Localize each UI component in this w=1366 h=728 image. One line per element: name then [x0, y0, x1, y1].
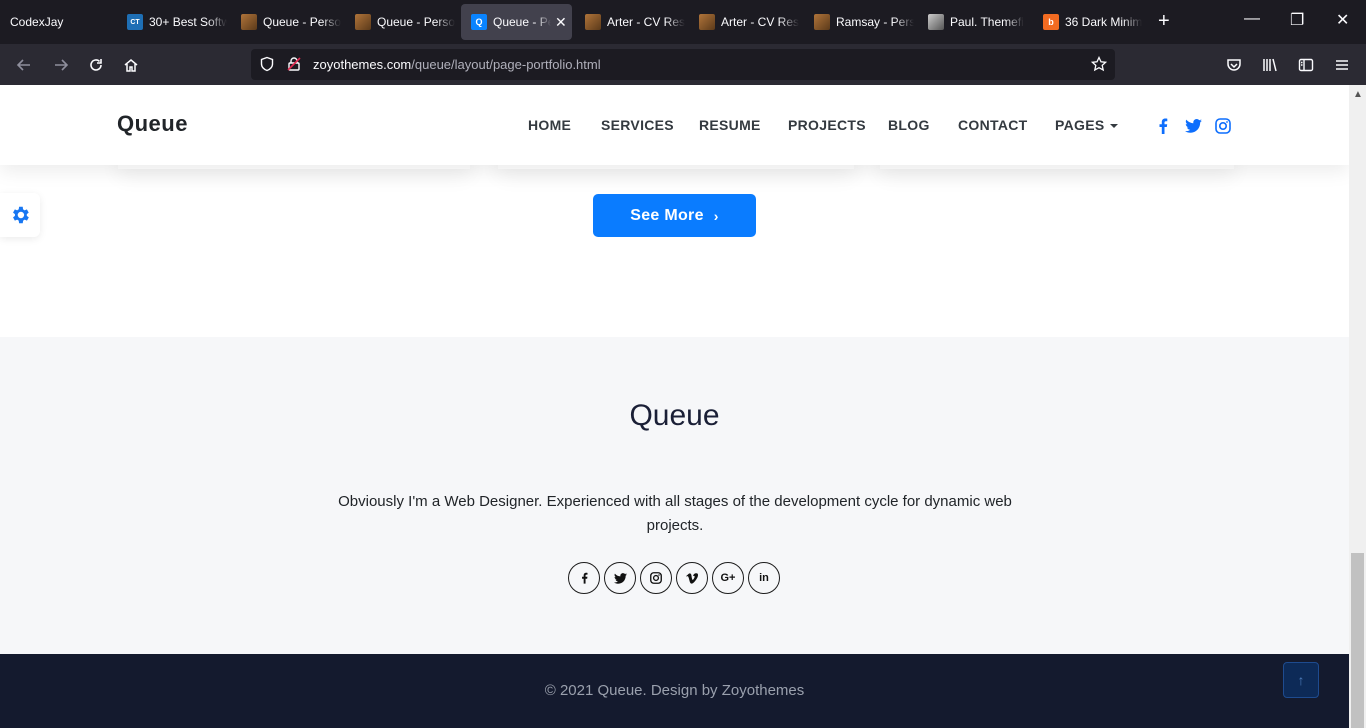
tab-title: Queue - Pe — [493, 15, 551, 29]
tab-favicon-icon — [814, 14, 830, 30]
profile-label: CodexJay — [10, 15, 64, 29]
insecure-lock-icon[interactable] — [286, 56, 302, 77]
scrollbar-thumb[interactable] — [1351, 553, 1364, 728]
vimeo-icon[interactable] — [676, 562, 708, 594]
theme-settings-button[interactable] — [0, 193, 40, 237]
tab-arter-cv-1[interactable]: Arter - CV Res — [575, 4, 687, 40]
url-text[interactable]: zoyothemes.com/queue/layout/page-portfol… — [313, 57, 601, 72]
tab-title: Arter - CV Res — [607, 15, 685, 29]
tab-favicon-icon: Q — [471, 14, 487, 30]
browser-nav-bar: zoyothemes.com/queue/layout/page-portfol… — [0, 44, 1366, 85]
tab-ramsay[interactable]: Ramsay - Pers — [804, 4, 916, 40]
nav-blog[interactable]: BLOG — [888, 117, 930, 133]
site-logo[interactable]: Queue — [117, 111, 188, 137]
tab-favicon-icon: CT — [127, 14, 143, 30]
footer-description: Obviously I'm a Web Designer. Experience… — [338, 493, 1012, 534]
close-tab-icon[interactable]: ✕ — [555, 14, 567, 31]
instagram-icon[interactable] — [640, 562, 672, 594]
tab-30-best-software[interactable]: CT 30+ Best Softw — [117, 4, 229, 40]
tab-title: Queue - Perso — [377, 15, 455, 29]
gear-icon — [13, 206, 29, 224]
tab-title: Paul. Themefi — [950, 15, 1024, 29]
close-window-icon[interactable]: ✕ — [1336, 10, 1349, 30]
nav-pages-label: PAGES — [1055, 117, 1105, 133]
tracking-shield-icon[interactable] — [259, 56, 275, 77]
twitter-icon[interactable] — [1184, 117, 1202, 135]
nav-projects[interactable]: PROJECTS — [788, 117, 866, 133]
forward-icon[interactable] — [50, 54, 72, 76]
url-host: zoyothemes.com — [313, 57, 412, 72]
tab-paul-themefisher[interactable]: Paul. Themefi — [918, 4, 1030, 40]
footer-social-links: G+ in — [568, 562, 780, 594]
see-more-button[interactable]: See More › — [593, 194, 756, 237]
caret-down-icon — [1110, 124, 1119, 129]
instagram-icon[interactable] — [1214, 117, 1232, 135]
nav-resume[interactable]: RESUME — [699, 117, 761, 133]
tab-title: 30+ Best Softw — [149, 15, 227, 29]
bookmark-star-icon[interactable] — [1090, 55, 1108, 77]
tab-favicon-icon — [585, 14, 601, 30]
new-tab-icon[interactable]: + — [1158, 11, 1170, 31]
tab-favicon-icon — [355, 14, 371, 30]
footer: Queue Obviously I'm a Web Designer. Expe… — [0, 337, 1349, 654]
page-viewport: Queue HOME SERVICES RESUME PROJECTS BLOG… — [0, 85, 1349, 728]
nav-pages[interactable]: PAGES — [1055, 117, 1119, 133]
footer-logo[interactable]: Queue — [0, 399, 1349, 433]
pocket-icon[interactable] — [1223, 54, 1245, 76]
back-icon[interactable] — [13, 54, 35, 76]
library-icon[interactable] — [1259, 54, 1281, 76]
tab-title: Queue - Perso — [263, 15, 341, 29]
home-icon[interactable] — [120, 54, 142, 76]
facebook-icon[interactable] — [568, 562, 600, 594]
restore-icon[interactable]: ❐ — [1290, 10, 1304, 30]
nav-home[interactable]: HOME — [528, 117, 571, 133]
chevron-right-icon: › — [713, 207, 719, 224]
menu-icon[interactable] — [1331, 54, 1353, 76]
linkedin-icon[interactable]: in — [748, 562, 780, 594]
reload-icon[interactable] — [85, 54, 107, 76]
tab-favicon-icon — [241, 14, 257, 30]
tab-arter-cv-2[interactable]: Arter - CV Res — [689, 4, 801, 40]
nav-contact[interactable]: CONTACT — [958, 117, 1028, 133]
minimize-icon[interactable]: — — [1244, 10, 1260, 28]
google-plus-icon[interactable]: G+ — [712, 562, 744, 594]
facebook-icon[interactable] — [1154, 117, 1172, 135]
sidebar-icon[interactable] — [1295, 54, 1317, 76]
back-to-top-button[interactable]: ↑ — [1283, 662, 1319, 698]
tab-title: Arter - CV Res — [721, 15, 799, 29]
copyright-text: © 2021 Queue. Design by Zoyothemes — [544, 682, 805, 699]
nav-services[interactable]: SERVICES — [601, 117, 674, 133]
see-more-label: See More — [630, 206, 704, 224]
url-path: /queue/layout/page-portfolio.html — [411, 57, 601, 72]
scroll-up-icon[interactable]: ▲ — [1353, 89, 1363, 100]
tab-queue-personal-1[interactable]: Queue - Perso — [231, 4, 343, 40]
tab-title: 36 Dark Minim — [1065, 15, 1143, 29]
browser-tab-bar: CodexJay CT 30+ Best Softw Queue - Perso… — [0, 0, 1366, 44]
page-scrollbar[interactable]: ▲ — [1349, 85, 1366, 728]
tab-favicon-icon: b — [1043, 14, 1059, 30]
twitter-icon[interactable] — [604, 562, 636, 594]
tab-queue-personal-2[interactable]: Queue - Perso — [345, 4, 457, 40]
tab-favicon-icon — [699, 14, 715, 30]
address-bar[interactable]: zoyothemes.com/queue/layout/page-portfol… — [251, 49, 1115, 80]
arrow-up-icon: ↑ — [1297, 672, 1305, 688]
tab-36-dark-minimal[interactable]: b 36 Dark Minim — [1033, 4, 1145, 40]
tab-queue-active[interactable]: Q Queue - Pe ✕ — [461, 4, 572, 40]
footer-bottom-bar: © 2021 Queue. Design by Zoyothemes ↑ — [0, 654, 1349, 728]
site-header: Queue HOME SERVICES RESUME PROJECTS BLOG… — [0, 85, 1349, 165]
tab-favicon-icon — [928, 14, 944, 30]
tab-title: Ramsay - Pers — [836, 15, 914, 29]
